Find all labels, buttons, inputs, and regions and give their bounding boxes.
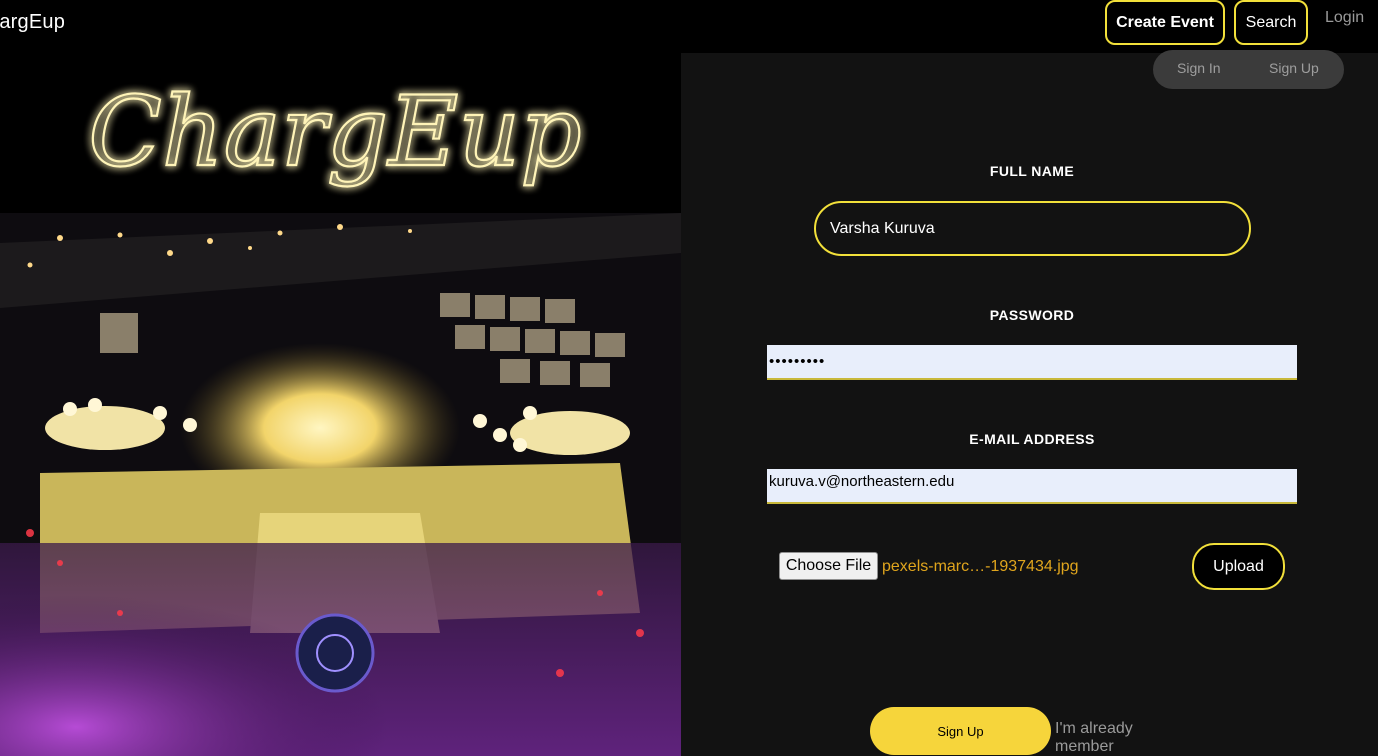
choose-file-button[interactable]: Choose File: [779, 552, 878, 580]
login-link[interactable]: Login: [1325, 9, 1364, 27]
sign-in-tab[interactable]: Sign In: [1177, 60, 1221, 76]
festival-aerial-photo: [0, 213, 681, 756]
search-button[interactable]: Search: [1234, 0, 1308, 45]
password-label: PASSWORD: [989, 307, 1075, 323]
logo-banner: ChargEup: [0, 53, 681, 213]
sign-up-tab[interactable]: Sign Up: [1269, 60, 1319, 76]
email-label: E-MAIL ADDRESS: [969, 431, 1095, 447]
top-navbar: hargEup Create Event Search Login: [0, 0, 1378, 53]
already-member-link[interactable]: I'm already member: [1055, 720, 1195, 756]
chargeup-neon-logo: ChargEup: [87, 75, 582, 189]
sign-up-button[interactable]: Sign Up: [870, 707, 1051, 755]
upload-button[interactable]: Upload: [1192, 543, 1285, 590]
selected-file-name: pexels-marc…-1937434.jpg: [882, 558, 1079, 575]
full-name-input[interactable]: [814, 201, 1251, 256]
email-input[interactable]: [767, 469, 1297, 504]
logo-text: ChargEup: [88, 76, 581, 188]
auth-toggle: Sign In Sign Up: [1153, 50, 1344, 89]
password-input[interactable]: [767, 345, 1297, 380]
hero-section: ChargEup: [0, 53, 681, 756]
festival-photo-illustration: [0, 213, 681, 756]
full-name-label: FULL NAME: [989, 163, 1075, 179]
brand-name[interactable]: hargEup: [0, 11, 65, 34]
signup-panel: Sign In Sign Up FULL NAME PASSWORD E-MAI…: [681, 50, 1378, 756]
create-event-button[interactable]: Create Event: [1105, 0, 1225, 45]
